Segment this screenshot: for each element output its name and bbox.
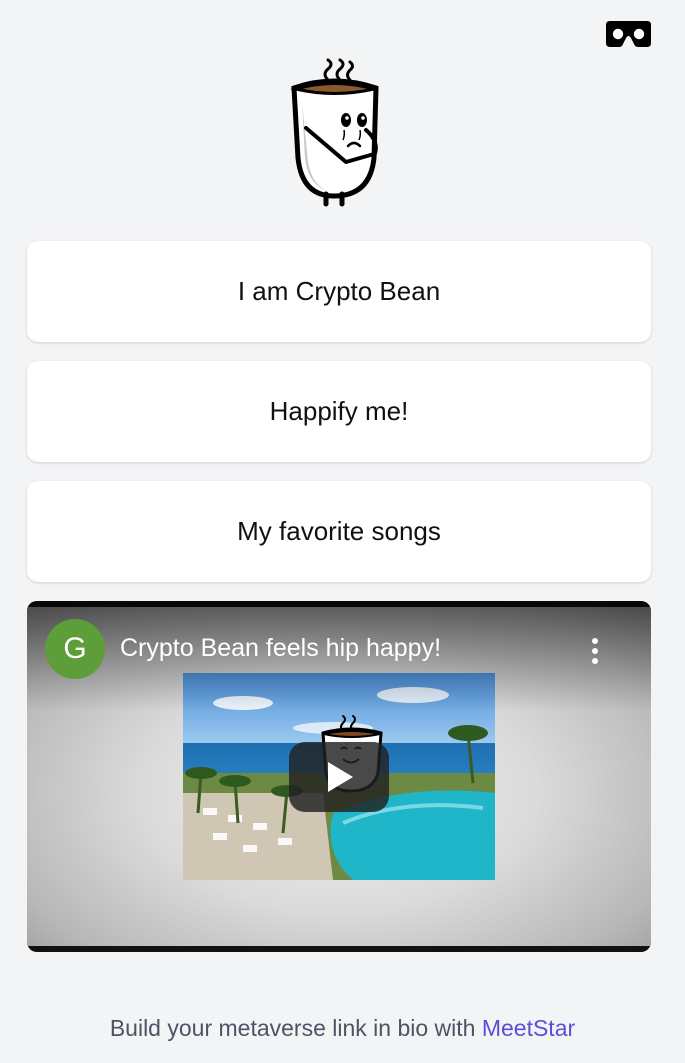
- link-label: My favorite songs: [237, 516, 441, 546]
- channel-initial: G: [63, 632, 87, 665]
- meetstar-link[interactable]: MeetStar: [482, 1015, 575, 1041]
- video-title[interactable]: Crypto Bean feels hip happy!: [120, 634, 441, 663]
- vr-headset-icon[interactable]: [605, 19, 652, 49]
- channel-avatar[interactable]: G: [45, 619, 105, 679]
- video-embed[interactable]: G Crypto Bean feels hip happy!: [27, 601, 651, 952]
- footer: Build your metaverse link in bio with Me…: [0, 1015, 685, 1042]
- play-button[interactable]: [289, 742, 389, 812]
- more-vertical-icon[interactable]: [589, 637, 601, 665]
- link-button-crypto-bean[interactable]: I am Crypto Bean: [27, 241, 651, 342]
- profile-avatar: [290, 58, 379, 207]
- link-button-favorite-songs[interactable]: My favorite songs: [27, 481, 651, 582]
- link-button-happify[interactable]: Happify me!: [27, 361, 651, 462]
- play-icon: [328, 762, 353, 792]
- link-label: I am Crypto Bean: [237, 276, 441, 306]
- link-label: Happify me!: [269, 396, 409, 426]
- footer-text: Build your metaverse link in bio with: [109, 1015, 482, 1041]
